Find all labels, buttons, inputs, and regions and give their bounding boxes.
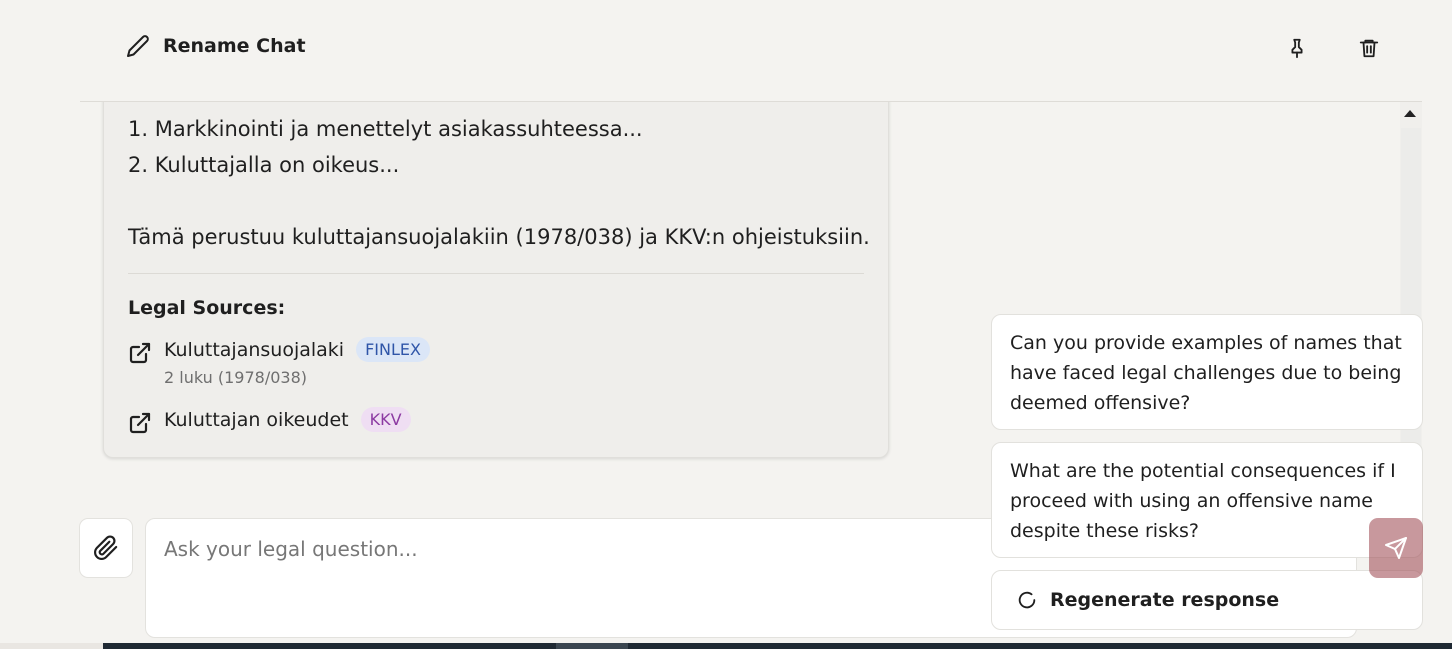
- refresh-icon: [1018, 591, 1036, 609]
- pin-chat-button[interactable]: [1284, 34, 1310, 62]
- pencil-icon: [127, 35, 149, 57]
- answer-basis-text: Tämä perustuu kuluttajansuojalakiin (197…: [128, 225, 870, 249]
- suggestion-item[interactable]: What are the potential consequences if I…: [991, 442, 1423, 558]
- pin-icon: [1291, 38, 1303, 59]
- taskbar-segment: [556, 643, 628, 649]
- sources-divider: [128, 273, 864, 274]
- chat-header: Rename Chat: [0, 0, 1452, 102]
- external-link-icon[interactable]: [128, 411, 152, 435]
- answer-list-item: 2. Kuluttajalla on oikeus...: [128, 153, 400, 177]
- trash-icon: [1359, 39, 1379, 58]
- suggestion-item[interactable]: Can you provide examples of names that h…: [991, 314, 1423, 430]
- legal-source-item: Kuluttajan oikeudet KKV: [128, 407, 411, 435]
- legal-source-item: Kuluttajansuojalaki FINLEX 2 luku (1978/…: [128, 337, 430, 387]
- source-badge-finlex: FINLEX: [356, 337, 430, 362]
- assistant-answer-card: 1. Markkinointi ja menettelyt asiakassuh…: [103, 60, 889, 458]
- regenerate-response-button[interactable]: Regenerate response: [991, 570, 1423, 630]
- attach-file-button[interactable]: [79, 518, 133, 578]
- legal-sources-heading: Legal Sources:: [128, 297, 286, 319]
- external-link-icon[interactable]: [128, 341, 152, 365]
- scroll-up-arrow-icon[interactable]: [1404, 110, 1416, 117]
- regenerate-response-label: Regenerate response: [1050, 589, 1280, 611]
- send-button[interactable]: [1369, 518, 1423, 578]
- paperclip-icon: [94, 535, 118, 560]
- rename-chat-label: Rename Chat: [163, 35, 306, 57]
- delete-chat-button[interactable]: [1356, 34, 1382, 62]
- header-divider: [80, 101, 1422, 102]
- source-link-kuluttajan-oikeudet[interactable]: Kuluttajan oikeudet: [164, 409, 349, 431]
- source-detail: 2 luku (1978/038): [164, 368, 307, 387]
- taskbar-segment: [0, 643, 103, 649]
- os-taskbar: [0, 643, 1452, 649]
- rename-chat-button[interactable]: Rename Chat: [126, 34, 306, 58]
- send-icon: [1385, 537, 1407, 559]
- source-badge-kkv: KKV: [360, 407, 411, 432]
- source-link-kuluttajansuojalaki[interactable]: Kuluttajansuojalaki: [164, 339, 344, 361]
- answer-list-item: 1. Markkinointi ja menettelyt asiakassuh…: [128, 117, 643, 141]
